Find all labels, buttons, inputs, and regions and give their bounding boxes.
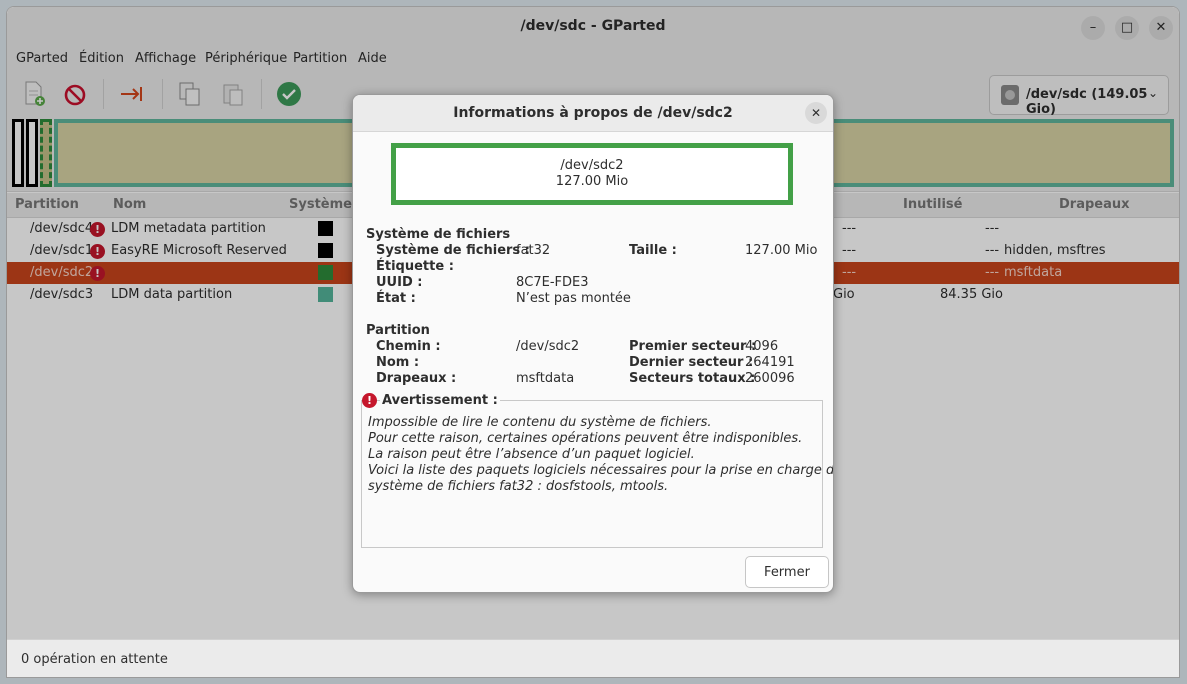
- size-label: Taille :: [629, 243, 677, 258]
- dialog-title-bar: Informations à propos de /dev/sdc2 ✕: [353, 95, 833, 132]
- dialog-close-button[interactable]: ✕: [805, 102, 827, 124]
- first-sector-label: Premier secteur :: [629, 339, 757, 354]
- warning-line: Pour cette raison, certaines opérations …: [368, 431, 803, 446]
- flags-label: Drapeaux :: [376, 371, 457, 386]
- last-sector-value: 264191: [745, 355, 795, 370]
- filesystem-section-title: Système de fichiers: [366, 227, 511, 242]
- pending-operations: 0 opération en attente: [21, 652, 168, 667]
- warning-icon: !: [362, 393, 377, 408]
- filesystem-value: fat32: [516, 243, 551, 258]
- warning-message-box: Impossible de lire le contenu du système…: [361, 400, 833, 548]
- name-label: Nom :: [376, 355, 420, 370]
- size-value: 127.00 Mio: [745, 243, 818, 258]
- warning-title: Avertissement :: [380, 393, 500, 408]
- warning-line: Impossible de lire le contenu du système…: [368, 415, 712, 430]
- total-sectors-label: Secteurs totaux :: [629, 371, 756, 386]
- partition-info-dialog: Informations à propos de /dev/sdc2 ✕ /de…: [352, 94, 834, 593]
- state-value: N’est pas montée: [516, 291, 631, 306]
- label-label: Étiquette :: [376, 259, 454, 274]
- state-label: État :: [376, 291, 416, 306]
- partition-graphic: /dev/sdc2 127.00 Mio: [391, 143, 793, 205]
- path-label: Chemin :: [376, 339, 441, 354]
- status-bar: 0 opération en attente: [7, 639, 1179, 677]
- warning-line: Voici la liste des paquets logiciels néc…: [368, 463, 834, 478]
- flags-value: msftdata: [516, 371, 575, 386]
- filesystem-label: Système de fichiers :: [376, 243, 530, 258]
- warning-line: La raison peut être l’absence d’un paque…: [368, 447, 695, 462]
- close-dialog-button[interactable]: Fermer: [745, 556, 829, 588]
- partition-section-title: Partition: [366, 323, 430, 338]
- graphic-partition-size: 127.00 Mio: [555, 174, 629, 189]
- first-sector-value: 4096: [745, 339, 779, 354]
- path-value: /dev/sdc2: [516, 339, 580, 354]
- dialog-title: Informations à propos de /dev/sdc2: [453, 105, 733, 121]
- graphic-partition-name: /dev/sdc2: [560, 158, 624, 173]
- uuid-value: 8C7E-FDE3: [516, 275, 589, 290]
- last-sector-label: Dernier secteur :: [629, 355, 754, 370]
- warning-line: système de fichiers fat32 : dosfstools, …: [368, 479, 669, 494]
- uuid-label: UUID :: [376, 275, 423, 290]
- total-sectors-value: 260096: [745, 371, 795, 386]
